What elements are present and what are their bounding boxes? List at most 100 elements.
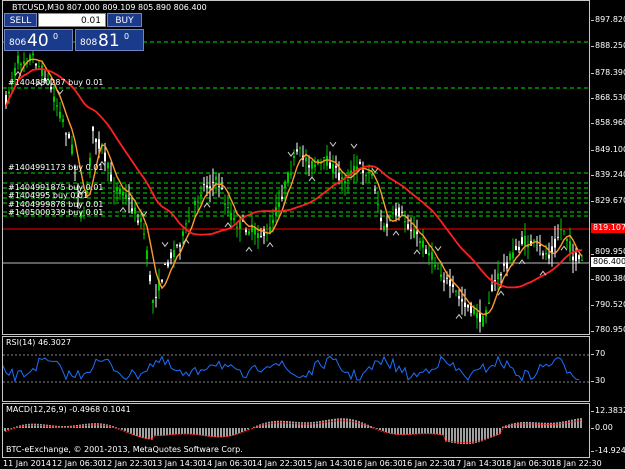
- lot-size-input[interactable]: 0.01: [38, 13, 106, 27]
- sell-price-button[interactable]: 806 40 0: [4, 29, 73, 51]
- candle-body: [482, 315, 484, 327]
- candle-body: [185, 223, 187, 225]
- candle-body: [203, 183, 205, 185]
- candle-body: [212, 181, 214, 183]
- time-tick: 12 Jan 22:30: [102, 459, 153, 468]
- candle-body: [50, 86, 52, 90]
- candle-body: [137, 220, 139, 223]
- candle-body: [446, 277, 448, 279]
- candle-body: [98, 139, 100, 149]
- candle-body: [278, 202, 280, 207]
- fractal-arrow-icon: [434, 246, 442, 252]
- candle-body: [284, 181, 286, 189]
- candle-body: [533, 239, 535, 241]
- candle-body: [17, 55, 19, 64]
- candle-body: [359, 161, 361, 165]
- candle-body: [224, 203, 226, 205]
- order-label[interactable]: #1405000339 buy 0.01: [8, 208, 103, 217]
- candle-body: [380, 217, 382, 222]
- candle-body: [167, 262, 169, 267]
- candle-body: [104, 152, 106, 162]
- time-tick: 16 Jan 22:30: [402, 459, 453, 468]
- candle-body: [569, 241, 571, 253]
- fractal-arrow-icon: [308, 176, 316, 182]
- candle-body: [20, 63, 22, 66]
- candle-body: [215, 176, 217, 180]
- sell-price-big: 40: [27, 31, 49, 51]
- order-label[interactable]: #1404995 buy 0.01: [8, 191, 88, 200]
- candle-body: [221, 188, 223, 190]
- fractal-arrow-icon: [119, 206, 127, 213]
- candle-body: [323, 156, 325, 158]
- candle-body: [419, 240, 421, 244]
- candle-body: [542, 253, 544, 256]
- price-tick: 780.950: [595, 325, 625, 334]
- candle-body: [32, 53, 34, 56]
- candle-body: [449, 279, 451, 287]
- price-tick: 829.670: [595, 196, 625, 205]
- candle-body: [566, 238, 568, 242]
- candle-body: [335, 166, 337, 168]
- sell-price-sup: 0: [53, 32, 59, 41]
- sell-button[interactable]: SELL: [4, 13, 37, 27]
- candle-body: [368, 171, 370, 173]
- order-label[interactable]: #1404880287 buy 0.01: [8, 78, 103, 87]
- candle-body: [488, 302, 490, 305]
- candle-body: [155, 296, 157, 298]
- candle-body: [179, 244, 181, 247]
- candle-body: [188, 220, 190, 222]
- buy-button[interactable]: BUY: [107, 13, 142, 27]
- candle-body: [311, 161, 313, 169]
- fractal-arrow-icon: [560, 245, 568, 251]
- buy-price-button[interactable]: 808 81 0: [75, 29, 144, 51]
- candle-body: [308, 165, 310, 168]
- buy-price-big: 81: [98, 31, 120, 51]
- macd-axis: 12.3832 0.00 -14.9249: [591, 403, 625, 458]
- rsi-pane[interactable]: [2, 336, 590, 402]
- buy-price-sup: 0: [124, 32, 130, 41]
- candle-body: [377, 204, 379, 206]
- macd-tick: 0.00: [595, 423, 613, 432]
- red-level-price-badge: 819.107: [591, 223, 625, 233]
- candle-body: [398, 207, 400, 217]
- one-click-trading-panel: SELL 0.01 BUY 806 40 0 808 81 0: [4, 13, 144, 51]
- candle-body: [428, 252, 430, 256]
- candle-body: [395, 208, 397, 216]
- candle-body: [200, 194, 202, 197]
- candle-body: [131, 208, 133, 212]
- candle-body: [56, 105, 58, 107]
- candle-body: [170, 252, 172, 259]
- fractal-arrow-icon: [266, 242, 274, 248]
- candle-body: [38, 66, 40, 68]
- candle-body: [146, 250, 148, 260]
- candle-body: [149, 274, 151, 282]
- candle-body: [290, 174, 292, 176]
- candle-body: [197, 201, 199, 203]
- candle-body: [23, 61, 25, 65]
- candle-body: [161, 279, 163, 282]
- candle-body: [329, 162, 331, 169]
- sell-price-prefix: 806: [9, 38, 27, 48]
- price-tick: 888.250: [595, 41, 625, 50]
- candle-body: [92, 126, 94, 131]
- macd-label: MACD(12,26,9) -0.4968 0.1041: [6, 405, 131, 414]
- candle-body: [122, 191, 124, 196]
- candle-body: [503, 263, 505, 266]
- candle-body: [14, 67, 16, 75]
- candle-body: [227, 206, 229, 209]
- rsi-axis: 70 30: [591, 336, 625, 402]
- candle-body: [464, 302, 466, 307]
- candle-body: [404, 221, 406, 223]
- candle-body: [416, 231, 418, 235]
- price-tick: 790.520: [595, 300, 625, 309]
- candle-body: [173, 250, 175, 257]
- candle-body: [515, 245, 517, 251]
- candle-body: [443, 280, 445, 283]
- order-label[interactable]: #1404991173 buy 0.01: [8, 163, 103, 172]
- candle-body: [512, 252, 514, 259]
- candle-body: [548, 254, 550, 259]
- candle-body: [140, 218, 142, 222]
- candle-body: [281, 196, 283, 199]
- candle-body: [53, 96, 55, 102]
- fractal-arrow-icon: [161, 241, 169, 248]
